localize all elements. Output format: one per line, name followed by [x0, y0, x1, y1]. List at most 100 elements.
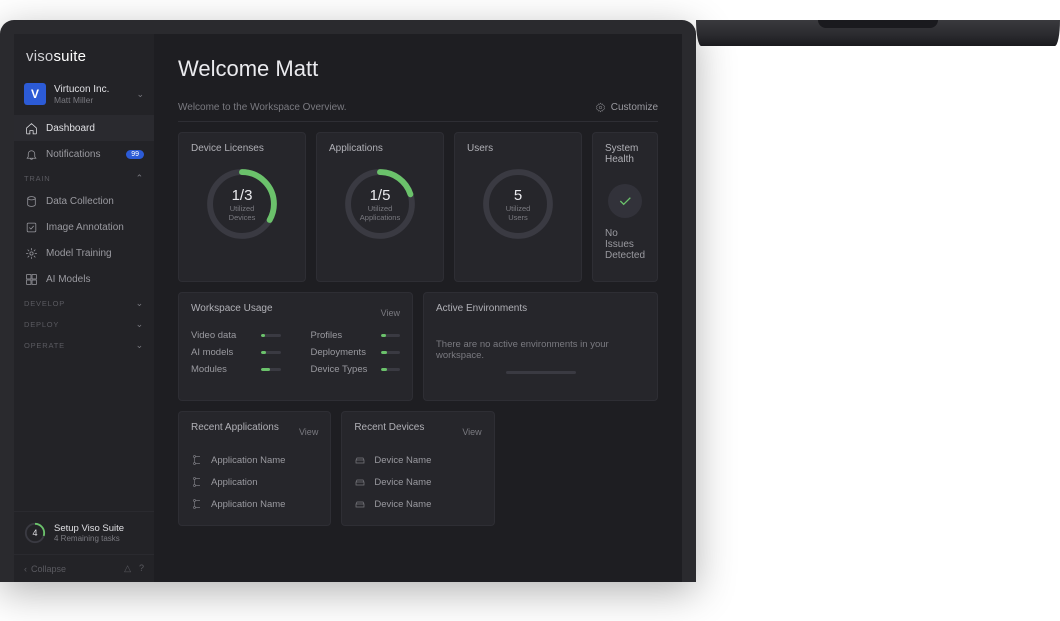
usage-label: Modules	[191, 364, 251, 375]
section-deploy[interactable]: DEPLOY ⌄	[14, 313, 154, 334]
card-title-recent-devices: Recent Devices	[354, 422, 424, 433]
usage-bar	[261, 368, 281, 371]
annotation-icon	[24, 220, 38, 234]
card-title-users: Users	[467, 143, 493, 154]
section-develop[interactable]: DEVELOP ⌄	[14, 292, 154, 313]
page-title: Welcome Matt	[178, 56, 658, 82]
card-recent-devices[interactable]: Recent Devices View Device Name Device Na…	[341, 411, 494, 526]
setup-tasks[interactable]: 4 Setup Viso Suite 4 Remaining tasks	[14, 511, 154, 554]
chevron-down-icon: ⌄	[136, 89, 144, 100]
brand-suffix: suite	[53, 48, 86, 65]
gauge-label2-apps: Applications	[360, 213, 400, 222]
setup-subtitle: 4 Remaining tasks	[54, 534, 124, 543]
section-train[interactable]: TRAIN ⌃	[14, 167, 154, 188]
usage-row: AI models	[191, 347, 281, 358]
section-train-label: TRAIN	[24, 174, 51, 183]
sidebar-item-image-annotation[interactable]: Image Annotation	[14, 214, 154, 240]
sidebar-item-notifications[interactable]: Notifications 99	[14, 141, 154, 167]
models-icon	[24, 272, 38, 286]
usage-label: Profiles	[311, 330, 371, 341]
training-icon	[24, 246, 38, 260]
usage-label: AI models	[191, 347, 251, 358]
usage-row: Profiles	[311, 330, 401, 341]
card-workspace-usage[interactable]: Workspace Usage View Video data AI models…	[178, 292, 413, 401]
card-title-usage: Workspace Usage	[191, 303, 273, 314]
sidebar-item-dashboard[interactable]: Dashboard	[14, 115, 154, 141]
card-title-licenses: Device Licenses	[191, 143, 264, 154]
sidebar-item-data-collection[interactable]: Data Collection	[14, 188, 154, 214]
list-item-label: Device Name	[374, 499, 431, 510]
list-item-label: Application Name	[211, 455, 285, 466]
sidebar-label-notifications: Notifications	[46, 149, 100, 160]
recent-app-item[interactable]: Application Name	[191, 449, 318, 471]
card-active-environments[interactable]: Active Environments There are no active …	[423, 292, 658, 401]
list-item-label: Application	[211, 477, 257, 488]
collapse-row: ‹ Collapse △ ?	[14, 554, 154, 582]
usage-row: Modules	[191, 364, 281, 375]
usage-row: Device Types	[311, 364, 401, 375]
gear-icon	[595, 102, 606, 113]
gauge-value-licenses: 1/3	[232, 187, 253, 204]
org-badge: V	[24, 83, 46, 105]
card-device-licenses[interactable]: Device Licenses 1/3 Utilized Devices	[178, 132, 306, 282]
collapse-button[interactable]: ‹ Collapse	[24, 564, 66, 574]
subtitle-row: Welcome to the Workspace Overview. Custo…	[178, 102, 658, 122]
app-icon	[191, 454, 203, 466]
usage-bar	[381, 351, 401, 354]
customize-label: Customize	[611, 102, 658, 113]
brand-prefix: viso	[26, 48, 53, 65]
help-icon[interactable]: ?	[139, 563, 144, 574]
view-link-usage[interactable]: View	[381, 308, 400, 318]
section-operate[interactable]: OPERATE ⌄	[14, 334, 154, 355]
recent-device-item[interactable]: Device Name	[354, 471, 481, 493]
check-icon	[608, 184, 642, 218]
usage-label: Video data	[191, 330, 251, 341]
card-users[interactable]: Users 5 Utilized Users	[454, 132, 582, 282]
recent-app-item[interactable]: Application Name	[191, 493, 318, 515]
device-icon	[354, 498, 366, 510]
chevron-up-icon: ⌃	[136, 173, 144, 184]
recent-app-item[interactable]: Application	[191, 471, 318, 493]
home-icon	[24, 121, 38, 135]
chevron-down-icon: ⌄	[136, 298, 144, 309]
recent-device-item[interactable]: Device Name	[354, 493, 481, 515]
database-icon	[24, 194, 38, 208]
device-icon	[354, 454, 366, 466]
page-subtitle: Welcome to the Workspace Overview.	[178, 102, 347, 113]
sidebar-item-ai-models[interactable]: AI Models	[14, 266, 154, 292]
usage-bar	[381, 368, 401, 371]
list-item-label: Device Name	[374, 477, 431, 488]
card-system-health[interactable]: System Health No Issues Detected	[592, 132, 658, 282]
chevron-down-icon: ⌄	[136, 340, 144, 351]
gauge-users: 5 Utilized Users	[476, 162, 560, 246]
card-applications[interactable]: Applications 1/5 Utilized Applications	[316, 132, 444, 282]
environments-bar	[506, 371, 576, 374]
gauge-label2-users: Users	[508, 213, 528, 222]
usage-bar	[381, 334, 401, 337]
label-image-annotation: Image Annotation	[46, 222, 124, 233]
gauge-label1-users: Utilized	[506, 204, 531, 213]
gauge-value-users: 5	[514, 187, 522, 204]
health-status: No Issues Detected	[605, 228, 645, 261]
usage-row: Deployments	[311, 347, 401, 358]
card-title-apps: Applications	[329, 143, 383, 154]
device-icon	[354, 476, 366, 488]
notification-mini-icon[interactable]: △	[124, 563, 131, 574]
sidebar-item-model-training[interactable]: Model Training	[14, 240, 154, 266]
section-operate-label: OPERATE	[24, 341, 65, 350]
app-screen: visosuite V Virtucon Inc. Matt Miller ⌄ …	[14, 34, 682, 582]
view-link-recent-apps[interactable]: View	[299, 427, 318, 437]
org-switcher[interactable]: V Virtucon Inc. Matt Miller ⌄	[14, 77, 154, 115]
customize-button[interactable]: Customize	[595, 102, 658, 113]
gauge-label2-licenses: Devices	[229, 213, 256, 222]
usage-label: Deployments	[311, 347, 371, 358]
notifications-badge: 99	[126, 150, 144, 159]
collapse-label: Collapse	[31, 564, 66, 574]
section-develop-label: DEVELOP	[24, 299, 65, 308]
sidebar: visosuite V Virtucon Inc. Matt Miller ⌄ …	[14, 34, 154, 582]
view-link-recent-devices[interactable]: View	[462, 427, 481, 437]
recent-device-item[interactable]: Device Name	[354, 449, 481, 471]
gauge-value-apps: 1/5	[370, 187, 391, 204]
card-recent-apps[interactable]: Recent Applications View Application Nam…	[178, 411, 331, 526]
usage-bar	[261, 334, 281, 337]
